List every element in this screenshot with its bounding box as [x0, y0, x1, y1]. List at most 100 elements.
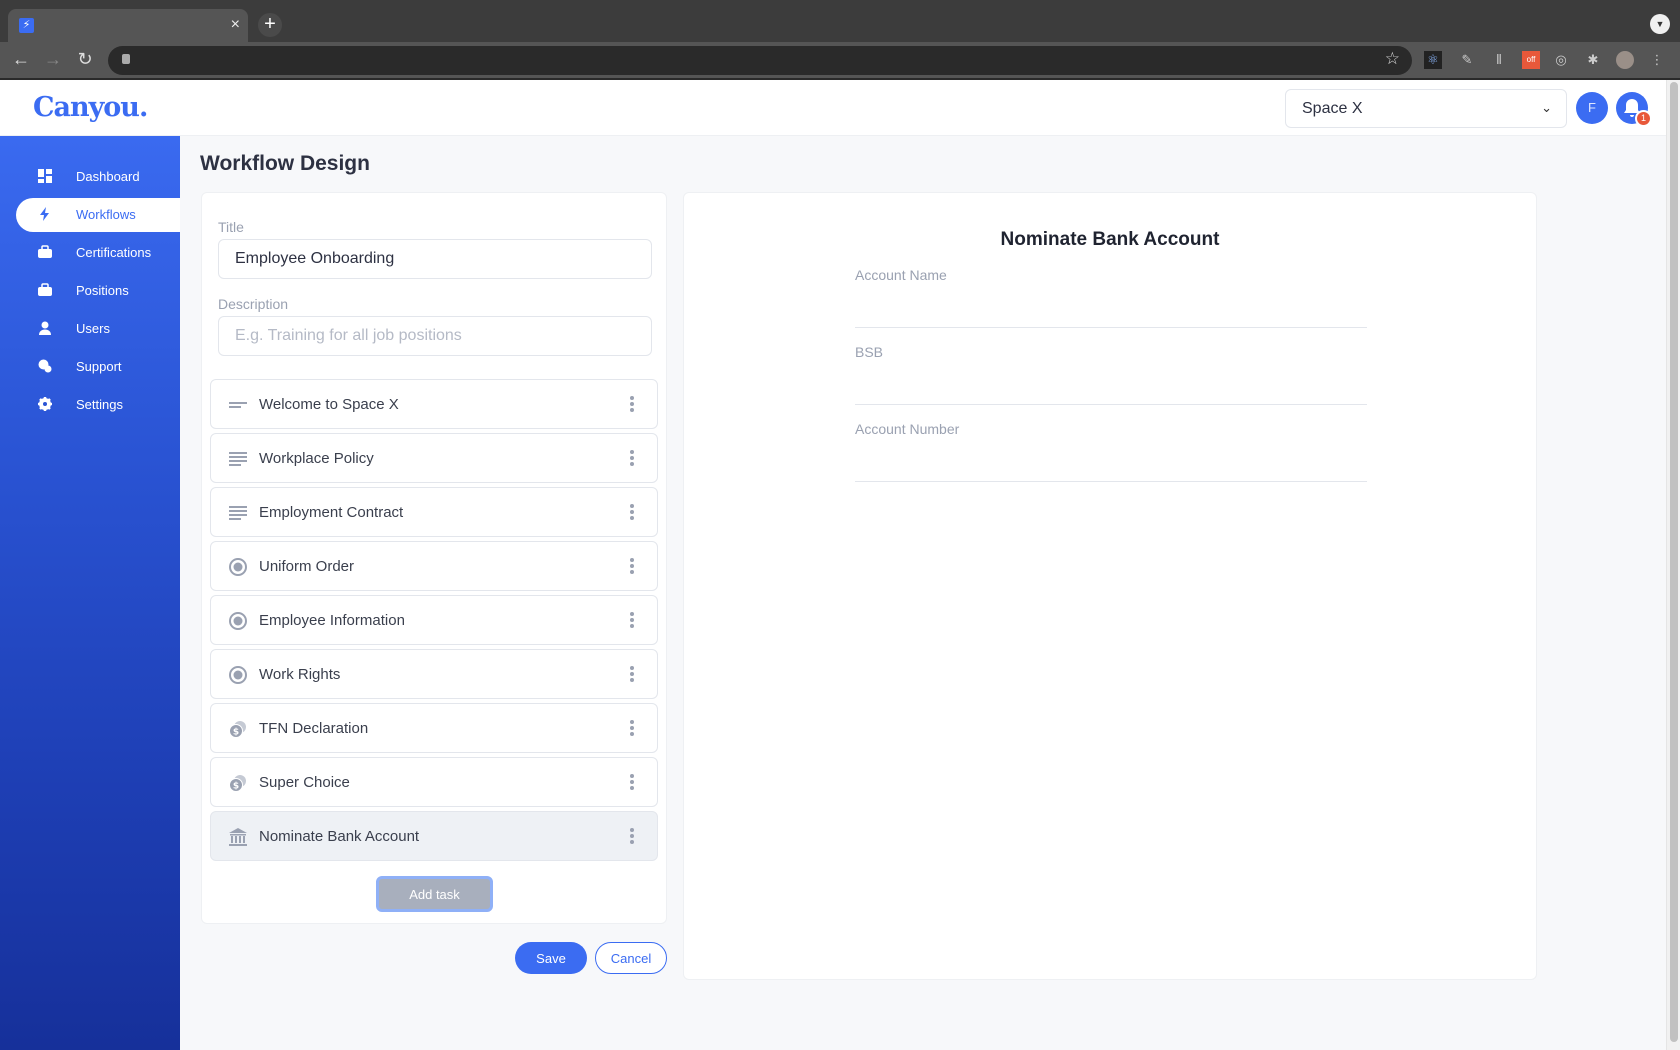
more-vertical-icon[interactable] [629, 772, 635, 794]
sidebar-item-certifications[interactable]: Certifications [16, 236, 180, 270]
sidebar-item-workflows[interactable]: Workflows [16, 198, 180, 232]
space-select[interactable]: Space X ⌄ [1285, 89, 1567, 128]
more-vertical-icon[interactable] [629, 610, 635, 632]
sidebar-item-settings[interactable]: Settings [16, 388, 180, 422]
target-extension-icon[interactable]: ◎ [1552, 51, 1570, 69]
task-label: Work Rights [259, 666, 341, 683]
sidebar-item-users[interactable]: Users [16, 312, 180, 346]
more-vertical-icon[interactable] [629, 664, 635, 686]
task-item[interactable]: Employment Contract [210, 487, 658, 537]
user-icon [38, 321, 52, 335]
more-vertical-icon[interactable] [629, 502, 635, 524]
more-vertical-icon[interactable] [629, 448, 635, 470]
bsb-label: BSB [855, 344, 884, 360]
app-header: Canyou. Space X ⌄ F 1 [0, 80, 1666, 136]
extension-icon[interactable]: ⦀ [1490, 51, 1508, 69]
preview-title: Nominate Bank Account [1000, 229, 1220, 250]
user-avatar[interactable]: F [1576, 92, 1608, 124]
task-item[interactable]: Welcome to Space X [210, 379, 658, 429]
browser-tab[interactable]: ⚡ × [8, 9, 248, 42]
account-name-label: Account Name [855, 267, 947, 283]
more-vertical-icon[interactable] [629, 718, 635, 740]
page-scrollbar[interactable] [1666, 80, 1680, 1050]
color-picker-extension-icon[interactable]: ✎ [1458, 51, 1476, 69]
description-label: Description [218, 296, 289, 312]
sidebar-item-positions[interactable]: Positions [16, 274, 180, 308]
chat-icon [38, 359, 52, 373]
svg-text:$: $ [233, 728, 239, 738]
react-devtools-extension-icon[interactable]: ⚛ [1424, 51, 1442, 69]
briefcase-icon [38, 245, 52, 259]
coins-icon: $ [229, 775, 246, 792]
lock-icon [122, 54, 130, 64]
page-title: Workflow Design [200, 152, 370, 175]
close-tab-icon[interactable]: × [231, 16, 240, 34]
task-item[interactable]: $ TFN Declaration [210, 703, 658, 753]
sidebar-item-support[interactable]: Support [16, 350, 180, 384]
task-item[interactable]: Workplace Policy [210, 433, 658, 483]
tab-search-button[interactable]: ▼ [1650, 14, 1670, 34]
browser-toolbar: ← → ↻ ☆ ⚛ ✎ ⦀ off ◎ ✱ ⋮ [0, 42, 1680, 80]
space-select-value: Space X [1302, 100, 1363, 117]
sidebar-item-label: Support [76, 359, 122, 374]
account-number-input[interactable] [855, 452, 1367, 482]
title-input[interactable] [218, 239, 652, 279]
task-item[interactable]: Work Rights [210, 649, 658, 699]
bookmark-star-icon[interactable]: ☆ [1385, 49, 1400, 69]
sidebar-item-label: Positions [76, 283, 129, 298]
account-number-label: Account Number [855, 421, 960, 437]
address-bar[interactable]: ☆ [108, 46, 1412, 75]
more-vertical-icon[interactable] [629, 556, 635, 578]
forward-button[interactable]: → [42, 49, 64, 69]
more-vertical-icon[interactable] [629, 826, 635, 848]
task-list: Welcome to Space X Workplace Policy Empl… [210, 379, 658, 865]
document-lines-icon [229, 506, 247, 520]
task-label: Welcome to Space X [259, 396, 399, 413]
task-item-selected[interactable]: Nominate Bank Account [210, 811, 658, 861]
lightning-icon [38, 207, 52, 221]
radio-icon [229, 558, 247, 576]
radio-icon [229, 612, 247, 630]
description-input[interactable] [218, 316, 652, 356]
reload-button[interactable]: ↻ [74, 49, 96, 69]
profile-avatar-icon[interactable] [1616, 51, 1634, 69]
task-label: Nominate Bank Account [259, 828, 420, 845]
extensions-puzzle-icon[interactable]: ✱ [1584, 51, 1602, 69]
bsb-input[interactable] [855, 375, 1367, 405]
lightning-favicon-icon: ⚡ [19, 18, 34, 33]
title-label: Title [218, 219, 244, 235]
task-item[interactable]: $ Super Choice [210, 757, 658, 807]
sidebar-item-dashboard[interactable]: Dashboard [16, 160, 180, 194]
task-preview-card: Nominate Bank Account Account Name BSB A… [683, 192, 1537, 980]
scrollbar-thumb[interactable] [1670, 82, 1678, 1042]
task-label: TFN Declaration [259, 720, 369, 737]
cancel-button[interactable]: Cancel [595, 942, 667, 974]
task-label: Uniform Order [259, 558, 355, 575]
task-item[interactable]: Uniform Order [210, 541, 658, 591]
chevron-down-icon: ⌄ [1541, 100, 1552, 115]
svg-text:$: $ [233, 782, 239, 792]
disabled-extension-icon[interactable]: off [1522, 51, 1540, 69]
gear-icon [38, 397, 52, 411]
bank-icon [229, 828, 247, 846]
task-item[interactable]: Employee Information [210, 595, 658, 645]
workflow-editor-card: Title Description Welcome to Space X Wor… [201, 192, 667, 924]
document-lines-icon [229, 452, 247, 466]
notifications-button[interactable]: 1 [1616, 92, 1652, 127]
account-name-input[interactable] [855, 298, 1367, 328]
back-button[interactable]: ← [10, 49, 32, 69]
sidebar-item-label: Workflows [76, 207, 136, 222]
save-button[interactable]: Save [515, 942, 587, 974]
sidebar-item-label: Certifications [76, 245, 152, 260]
short-text-icon [229, 402, 247, 408]
sidebar-item-label: Dashboard [76, 169, 140, 184]
more-vertical-icon[interactable] [629, 394, 635, 416]
logo[interactable]: Canyou. [33, 92, 148, 123]
new-tab-button[interactable]: + [258, 13, 282, 37]
task-label: Super Choice [259, 774, 350, 791]
task-label: Employee Information [259, 612, 405, 629]
browser-menu-icon[interactable]: ⋮ [1648, 51, 1666, 69]
sidebar-item-label: Users [76, 321, 110, 336]
add-task-button[interactable]: Add task [376, 876, 493, 912]
coins-icon: $ [229, 721, 246, 738]
